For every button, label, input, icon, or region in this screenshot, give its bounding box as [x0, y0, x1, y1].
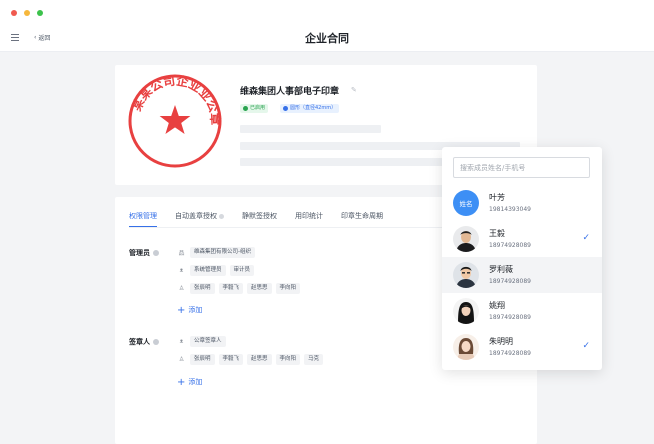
member-phone: 18974928089 [489, 350, 531, 357]
tab-auto-stamp-authorization[interactable]: 自动盖章授权 [175, 211, 224, 227]
tab-label: 用印统计 [295, 212, 323, 220]
role-group-icon: ᴥ [179, 338, 184, 345]
status-badge-label: 已启用 [250, 105, 266, 111]
seal-star-icon [159, 105, 191, 134]
seal-spec-label: 圆形（直径42mm） [290, 105, 337, 111]
user-chip[interactable]: 李向阳 [275, 283, 301, 294]
avatar [453, 334, 479, 360]
page-title: 企业合同 [305, 32, 349, 45]
avatar [453, 262, 479, 288]
edit-icon[interactable]: ✎ [351, 86, 357, 94]
role-chip[interactable]: 审计员 [229, 265, 255, 276]
check-icon: ✓ [582, 341, 590, 351]
member-name: 姚翔 [489, 301, 505, 310]
admins-label-text: 管理员 [129, 249, 150, 257]
tab-usage-statistics[interactable]: 用印统计 [295, 211, 323, 227]
member-picker-popup: 姓名 叶芳 19814393049 王毅 18974928089 ✓ [442, 147, 602, 370]
tab-label: 自动盖章授权 [175, 212, 217, 220]
add-admin-button[interactable]: + 添加 [177, 305, 202, 315]
user-chip[interactable]: 李向阳 [275, 354, 301, 365]
minimize-window-dot[interactable] [24, 10, 30, 16]
admins-label: 管理员 [129, 248, 159, 258]
circle-shape-icon [283, 106, 288, 111]
close-window-dot[interactable] [11, 10, 17, 16]
help-icon [219, 213, 224, 219]
seal-name: 维森集团人事部电子印章 [240, 87, 340, 97]
org-chip[interactable]: 维森集团有限公司-组织 [190, 247, 255, 258]
member-list-item[interactable]: 姚翔 18974928089 [442, 293, 602, 329]
user-chip[interactable]: 李毅飞 [218, 283, 244, 294]
role-chip[interactable]: 公章签章人 [190, 336, 226, 347]
tab-permission-management[interactable]: 权限管理 [129, 211, 157, 227]
signer-user-row: ♙ 张辰明 李毅飞 赵思思 李向阳 马克 [177, 354, 324, 365]
help-icon[interactable] [153, 339, 159, 345]
member-list-item[interactable]: 朱明明 18974928089 ✓ [442, 329, 602, 365]
signers-label-text: 签章人 [129, 338, 150, 346]
add-admin-label: 添加 [188, 306, 203, 314]
member-phone: 19814393049 [489, 206, 531, 213]
check-circle-icon [243, 106, 248, 111]
member-phone: 18974928089 [489, 278, 531, 285]
member-name: 叶芳 [489, 193, 505, 202]
user-chip[interactable]: 张辰明 [190, 283, 215, 294]
tab-label: 静默签授权 [242, 212, 277, 220]
admin-user-row: ♙ 张辰明 李毅飞 赵思思 李向阳 [177, 283, 301, 294]
placeholder-line [240, 125, 381, 133]
check-icon: ✓ [582, 233, 590, 243]
user-icon: ♙ [178, 285, 185, 292]
add-signer-label: 添加 [188, 378, 203, 386]
help-icon[interactable] [153, 250, 159, 256]
avatar [453, 298, 479, 324]
admin-org-row: 品 维森集团有限公司-组织 [177, 247, 255, 258]
signer-role-row: ᴥ 公章签章人 [177, 336, 226, 347]
member-search-input[interactable] [453, 157, 590, 178]
member-name: 罗利薇 [489, 265, 513, 274]
tab-silent-sign-authorization[interactable]: 静默签授权 [242, 211, 277, 227]
member-list-item[interactable]: 罗利薇 18974928089 [442, 257, 602, 293]
role-chip[interactable]: 系统管理员 [190, 265, 226, 276]
avatar: 姓名 [453, 190, 479, 216]
tab-bar: 权限管理 自动盖章授权 静默签授权 用印统计 印章生命周期 [129, 211, 401, 227]
member-name: 王毅 [489, 229, 505, 238]
admin-role-row: ᴥ 系统管理员 审计员 [177, 265, 255, 276]
role-group-icon: ᴥ [179, 267, 184, 274]
member-list-item[interactable]: 姓名 叶芳 19814393049 [442, 185, 602, 221]
plus-icon: + [177, 376, 186, 388]
signers-label: 签章人 [129, 337, 159, 347]
tab-seal-lifecycle[interactable]: 印章生命周期 [341, 211, 383, 227]
user-chip[interactable]: 赵思思 [247, 354, 272, 365]
maximize-window-dot[interactable] [37, 10, 43, 16]
member-phone: 18974928089 [489, 314, 531, 321]
seal-spec-badge: 圆形（直径42mm） [280, 104, 340, 113]
add-signer-button[interactable]: + 添加 [177, 377, 202, 387]
tab-label: 印章生命周期 [341, 212, 383, 220]
window-titlebar [0, 0, 654, 24]
user-icon: ♙ [178, 356, 185, 363]
user-chip[interactable]: 张辰明 [190, 354, 215, 365]
member-name: 朱明明 [489, 337, 513, 346]
user-chip[interactable]: 赵思思 [247, 283, 272, 294]
status-badge: 已启用 [240, 104, 269, 113]
member-phone: 18974928089 [489, 242, 531, 249]
organization-icon: 品 [178, 250, 185, 257]
member-list-item[interactable]: 王毅 18974928089 ✓ [442, 221, 602, 257]
app-header: ‹ 返回 企业合同 [0, 24, 654, 52]
app-window: ‹ 返回 企业合同 某某公司企业业公章 维森集团人事部电子印章 ✎ 已启用 圆形… [0, 0, 654, 444]
seal-stamp-image: 某某公司企业业公章 [128, 73, 223, 168]
tab-label: 权限管理 [129, 212, 157, 220]
avatar [453, 226, 479, 252]
user-chip[interactable]: 马克 [304, 354, 324, 365]
user-chip[interactable]: 李毅飞 [218, 354, 244, 365]
plus-icon: + [177, 304, 186, 316]
